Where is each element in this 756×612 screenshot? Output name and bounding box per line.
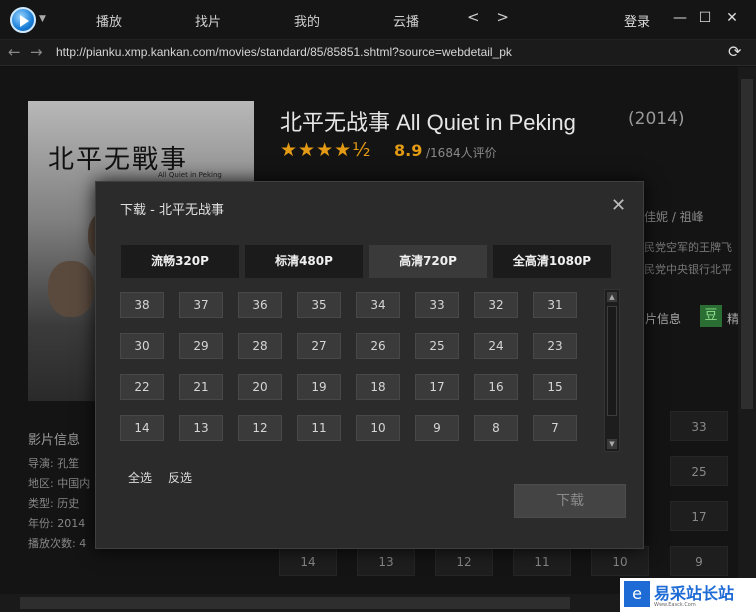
episode-button[interactable]: 8 — [474, 415, 518, 441]
bg-episode-button[interactable]: 14 — [279, 546, 337, 576]
episode-button[interactable]: 31 — [533, 292, 577, 318]
more-info-link[interactable]: 片信息 — [645, 310, 681, 327]
episode-button[interactable]: 29 — [179, 333, 223, 359]
bg-episode-button[interactable]: 11 — [513, 546, 571, 576]
episode-button[interactable]: 38 — [120, 292, 164, 318]
watermark-logo-icon: e — [624, 581, 650, 607]
watermark-text: 易采站长站 — [654, 584, 735, 603]
episode-button[interactable]: 7 — [533, 415, 577, 441]
nav-history-arrows[interactable]: < > — [467, 8, 515, 26]
bg-episode-button[interactable]: 10 — [591, 546, 649, 576]
page-vertical-scrollbar[interactable] — [738, 67, 756, 594]
episode-button[interactable]: 24 — [474, 333, 518, 359]
quality-tab-480p[interactable]: 标清480P — [245, 245, 363, 278]
watermark-url: Www.Easck.Com — [654, 602, 696, 608]
episode-button[interactable]: 16 — [474, 374, 518, 400]
description-line: 民党空军的王牌飞 — [644, 241, 732, 254]
episode-button[interactable]: 36 — [238, 292, 282, 318]
episode-button[interactable]: 26 — [356, 333, 400, 359]
url-field[interactable]: http://pianku.xmp.kankan.com/movies/stan… — [56, 45, 512, 59]
episode-button[interactable]: 10 — [356, 415, 400, 441]
bg-episode-button[interactable]: 25 — [670, 456, 728, 486]
episode-grid: 38 37 36 35 34 33 32 31 30 29 28 27 26 25 24 23 22 21 20 19… — [120, 292, 600, 452]
nav-find-movies[interactable]: 找片 — [195, 11, 221, 30]
movie-title: 北平无战事 All Quiet in Peking — [280, 110, 576, 135]
bg-episode-button[interactable]: 9 — [670, 546, 728, 576]
scrollbar-thumb[interactable] — [20, 597, 570, 609]
bg-episode-button[interactable]: 17 — [670, 501, 728, 531]
maximize-icon[interactable]: ☐ — [696, 9, 714, 27]
refresh-icon[interactable]: ⟳ — [728, 42, 741, 61]
episode-button[interactable]: 35 — [297, 292, 341, 318]
info-row: 地区: 中国内 — [28, 477, 91, 490]
quality-tab-720p[interactable]: 高清720P — [369, 245, 487, 278]
login-link[interactable]: 登录 — [624, 11, 650, 30]
xmp-logo-icon[interactable] — [10, 7, 36, 33]
episode-button[interactable]: 21 — [179, 374, 223, 400]
logo-menu-chevron-icon[interactable]: ▼ — [39, 14, 46, 24]
episode-button[interactable]: 33 — [415, 292, 459, 318]
scrollbar-thumb[interactable] — [741, 79, 753, 409]
scroll-down-icon[interactable]: ▼ — [607, 439, 617, 449]
close-icon[interactable]: ✕ — [723, 9, 741, 27]
episode-button[interactable]: 30 — [120, 333, 164, 359]
select-all-link[interactable]: 全选 — [128, 469, 152, 486]
episode-scrollbar[interactable]: ▲ ▼ — [604, 289, 620, 452]
description-line: 民党中央银行北平 — [644, 263, 732, 276]
episode-button[interactable]: 34 — [356, 292, 400, 318]
poster-subtitle: All Quiet in Peking — [158, 171, 222, 179]
episode-button[interactable]: 20 — [238, 374, 282, 400]
dialog-title: 下载 - 北平无战事 — [120, 203, 224, 218]
info-title: 影片信息 — [28, 433, 81, 448]
episode-button[interactable]: 23 — [533, 333, 577, 359]
episode-button[interactable]: 22 — [120, 374, 164, 400]
episode-button[interactable]: 27 — [297, 333, 341, 359]
episode-button[interactable]: 37 — [179, 292, 223, 318]
episode-button[interactable]: 28 — [238, 333, 282, 359]
invert-select-link[interactable]: 反选 — [168, 469, 192, 486]
episode-button[interactable]: 15 — [533, 374, 577, 400]
scroll-up-icon[interactable]: ▲ — [607, 292, 617, 302]
episode-button[interactable]: 13 — [179, 415, 223, 441]
rating-stars: ★★★★½ — [280, 139, 372, 161]
episode-button[interactable]: 14 — [120, 415, 164, 441]
dialog-close-icon[interactable]: ✕ — [611, 195, 626, 216]
rating-score: 8.9 — [394, 141, 423, 160]
episode-button[interactable]: 17 — [415, 374, 459, 400]
cast-fragment: 佳妮 / 祖峰 — [644, 210, 704, 224]
episode-button[interactable]: 9 — [415, 415, 459, 441]
quality-tab-1080p[interactable]: 全高清1080P — [493, 245, 611, 278]
top-nav-bar: ▼ 播放 找片 我的 云播 < > 登录 — ☐ ✕ — [0, 0, 756, 40]
movie-year: (2014) — [628, 109, 685, 129]
info-row: 类型: 历史 — [28, 497, 80, 510]
douban-icon[interactable]: 豆 — [700, 305, 722, 327]
address-bar: ← → http://pianku.xmp.kankan.com/movies/… — [0, 40, 756, 66]
bg-episode-button[interactable]: 13 — [357, 546, 415, 576]
episode-button[interactable]: 11 — [297, 415, 341, 441]
nav-cloud-play[interactable]: 云播 — [393, 11, 419, 30]
forward-arrow-icon[interactable]: → — [30, 43, 43, 61]
rating-votes: /1684人评价 — [426, 146, 497, 160]
info-row: 播放次数: 4 — [28, 537, 87, 550]
poster-figure — [48, 261, 94, 317]
episode-button[interactable]: 19 — [297, 374, 341, 400]
scrollbar-thumb[interactable] — [607, 306, 617, 416]
back-arrow-icon[interactable]: ← — [8, 43, 21, 61]
quality-tab-320p[interactable]: 流畅320P — [121, 245, 239, 278]
episode-button[interactable]: 12 — [238, 415, 282, 441]
bg-episode-button[interactable]: 33 — [670, 411, 728, 441]
download-button[interactable]: 下载 — [514, 484, 626, 518]
bg-episode-button[interactable]: 12 — [435, 546, 493, 576]
episode-button[interactable]: 32 — [474, 292, 518, 318]
info-row: 导演: 孔笙 — [28, 457, 80, 470]
watermark: e 易采站长站 Www.Easck.Com — [620, 578, 756, 612]
info-row: 年份: 2014 — [28, 517, 86, 530]
nav-play[interactable]: 播放 — [96, 11, 122, 30]
minimize-icon[interactable]: — — [671, 9, 689, 27]
download-dialog: 下载 - 北平无战事 ✕ 流畅320P 标清480P 高清720P 全高清108… — [95, 181, 644, 549]
episode-button[interactable]: 25 — [415, 333, 459, 359]
nav-mine[interactable]: 我的 — [294, 11, 320, 30]
episode-button[interactable]: 18 — [356, 374, 400, 400]
